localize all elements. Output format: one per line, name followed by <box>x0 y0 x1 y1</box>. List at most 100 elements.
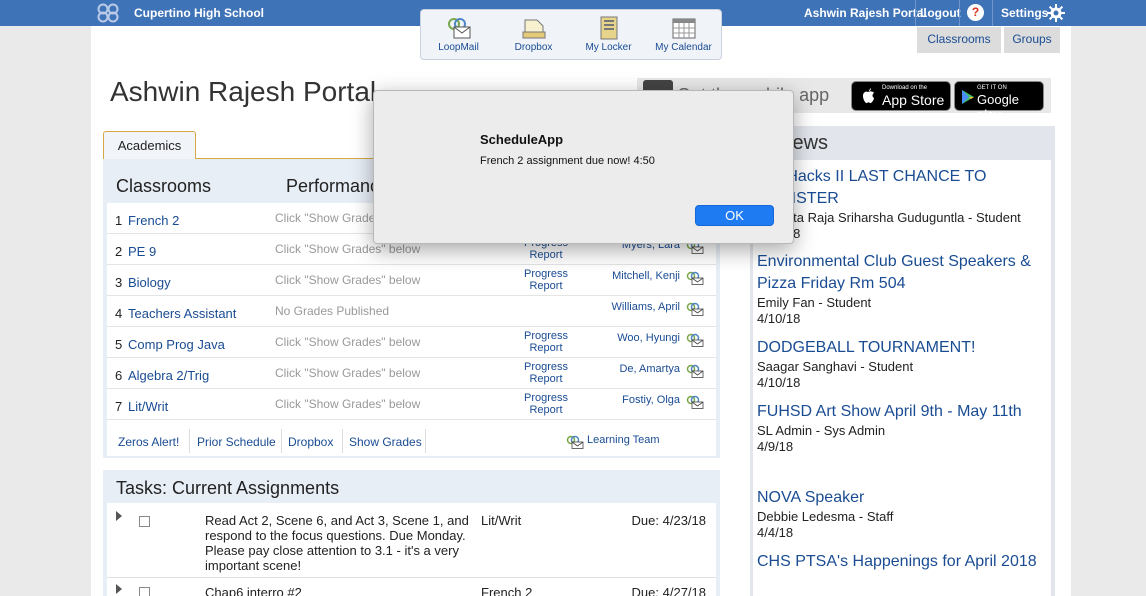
teacher-name-link[interactable]: Fostiy, Olga <box>622 394 680 406</box>
settings-link[interactable]: Settings <box>1001 6 1048 20</box>
task-description[interactable]: Chap6 interro #2 <box>205 585 475 596</box>
classroom-footer: Zeros Alert! Prior Schedule Dropbox Show… <box>107 422 716 456</box>
calendar-icon <box>672 18 696 39</box>
grade-status: Click "Show Grades" below <box>275 242 421 256</box>
news-title-link[interactable]: Environmental Club Guest Speakers & Pizz… <box>757 251 1047 295</box>
help-icon[interactable]: ? <box>967 4 984 21</box>
divider <box>281 429 282 453</box>
news-title-link[interactable]: CHS PTSA's Happenings for April 2018 <box>757 551 1047 573</box>
tab-classrooms[interactable]: Classrooms <box>917 27 1001 53</box>
news-date: 4/10/18 <box>757 311 801 326</box>
app-store-button[interactable]: Download on the App Store <box>851 81 951 111</box>
quicklink-label: My Calendar <box>655 42 712 53</box>
loopmail-teacher-icon[interactable] <box>686 395 704 412</box>
my-locker-button[interactable]: My Locker <box>571 10 646 60</box>
school-name-link[interactable]: Cupertino High School <box>134 6 264 20</box>
classroom-name-link[interactable]: Lit/Writ <box>128 399 168 414</box>
news-list: CupHacks II LAST CHANCE TO REGISTER Venk… <box>753 160 1051 596</box>
quicklink-label: LoopMail <box>438 42 479 53</box>
news-title-link[interactable]: NOVA Speaker <box>757 487 1047 509</box>
quick-links-bar: LoopMail Dropbox My Locker My Calendar <box>420 9 722 60</box>
grade-status: Click "Show Grades" below <box>275 335 421 349</box>
news-item: DODGEBALL TOURNAMENT! Saagar Sanghavi - … <box>757 337 1047 391</box>
task-description[interactable]: Read Act 2, Scene 6, and Act 3, Scene 1,… <box>205 513 475 573</box>
classroom-row: 7 Lit/Writ Click "Show Grades" below Progre… <box>107 389 716 420</box>
my-calendar-button[interactable]: My Calendar <box>646 10 721 60</box>
app-store-small-text: Download on the <box>882 85 928 91</box>
task-row: Chap6 interro #2 French 2 Due: 4/27/18 <box>107 578 716 596</box>
schoolloop-logo-icon[interactable] <box>97 3 119 26</box>
divider <box>992 0 993 26</box>
dialog-message: French 2 assignment due now! 4:50 <box>480 155 655 167</box>
zeros-alert-link[interactable]: Zeros Alert! <box>118 435 179 449</box>
loopmail-teacher-icon[interactable] <box>686 364 704 381</box>
news-title-link[interactable]: CupHacks II LAST CHANCE TO REGISTER <box>757 166 1047 210</box>
classroom-row: 6 Algebra 2/Trig Click "Show Grades" below… <box>107 358 716 389</box>
news-item: CupHacks II LAST CHANCE TO REGISTER Venk… <box>757 166 1047 242</box>
news-title-link[interactable]: FUHSD Art Show April 9th - May 11th <box>757 401 1047 423</box>
classroom-name-link[interactable]: French 2 <box>128 213 179 228</box>
news-date: 4/9/18 <box>757 439 794 454</box>
period-number: 4 <box>115 306 123 321</box>
dialog-title: ScheduleApp <box>480 132 564 147</box>
divider <box>425 429 426 453</box>
news-author: Emily Fan - Student <box>757 295 872 310</box>
task-checkbox[interactable] <box>139 516 150 527</box>
google-play-icon <box>962 90 974 104</box>
learning-team-icon <box>566 435 584 449</box>
classroom-row: 5 Comp Prog Java Click "Show Grades" below… <box>107 327 716 358</box>
news-author: SL Admin - Sys Admin <box>757 423 886 438</box>
classroom-name-link[interactable]: PE 9 <box>128 244 156 259</box>
dropbox-button[interactable]: Dropbox <box>496 10 571 60</box>
grade-status: Click "Show Grades" below <box>275 397 421 411</box>
teacher-name-link[interactable]: Mitchell, Kenji <box>612 270 680 282</box>
progress-report-link[interactable]: Progress Report <box>517 392 575 416</box>
news-title-link[interactable]: DODGEBALL TOURNAMENT! <box>757 337 1047 359</box>
period-number: 2 <box>115 244 123 259</box>
google-play-button[interactable]: GET IT ON Google play <box>954 81 1044 122</box>
progress-report-link[interactable]: Progress Report <box>517 330 575 354</box>
progress-report-link[interactable]: Progress Report <box>517 268 575 292</box>
quicklink-label: My Locker <box>585 42 632 53</box>
teacher-name-link[interactable]: Williams, April <box>612 301 680 313</box>
classroom-name-link[interactable]: Biology <box>128 275 171 290</box>
google-play-large-text: Google play <box>977 92 1019 122</box>
expand-arrow-icon[interactable] <box>116 584 122 594</box>
loopmail-icon <box>448 18 471 39</box>
show-grades-link[interactable]: Show Grades <box>349 435 422 449</box>
task-row: Read Act 2, Scene 6, and Act 3, Scene 1,… <box>107 503 716 578</box>
classroom-name-link[interactable]: Comp Prog Java <box>128 337 225 352</box>
tab-groups[interactable]: Groups <box>1004 27 1060 53</box>
divider <box>189 429 190 453</box>
divider <box>915 0 916 26</box>
prior-schedule-link[interactable]: Prior Schedule <box>197 435 276 449</box>
news-item: NOVA Speaker Debbie Ledesma - Staff 4/4/… <box>757 487 1047 541</box>
grade-status: Click "Show Grades" below <box>275 366 421 380</box>
logout-link[interactable]: Logout <box>920 6 961 20</box>
dropbox-icon <box>522 19 546 39</box>
teacher-name-link[interactable]: De, Amartya <box>619 363 680 375</box>
loopmail-teacher-icon[interactable] <box>686 333 704 350</box>
classroom-name-link[interactable]: Algebra 2/Trig <box>128 368 209 383</box>
app-store-large-text: App Store <box>882 92 945 108</box>
classroom-row: 4 Teachers Assistant No Grades Published Wi… <box>107 296 716 327</box>
learning-team-link[interactable]: Learning Team <box>587 434 660 446</box>
google-play-small-text: GET IT ON <box>977 85 1007 91</box>
loopmail-teacher-icon[interactable] <box>686 302 704 319</box>
teacher-name-link[interactable]: Woo, Hyungi <box>617 332 680 344</box>
dropbox-link[interactable]: Dropbox <box>288 435 333 449</box>
tasks-heading: Tasks: Current Assignments <box>116 478 340 498</box>
classroom-name-link[interactable]: Teachers Assistant <box>128 306 236 321</box>
task-due-date: Due: 4/27/18 <box>631 585 706 596</box>
loopmail-teacher-icon[interactable] <box>686 271 704 288</box>
expand-arrow-icon[interactable] <box>116 511 122 521</box>
ok-button[interactable]: OK <box>695 205 774 226</box>
tab-academics[interactable]: Academics <box>103 131 196 159</box>
progress-report-link[interactable]: Progress Report <box>517 361 575 385</box>
alert-dialog: ScheduleApp French 2 assignment due now!… <box>373 90 794 244</box>
gear-icon[interactable] <box>1047 4 1065 25</box>
divider <box>342 429 343 453</box>
loopmail-button[interactable]: LoopMail <box>421 10 496 60</box>
task-checkbox[interactable] <box>139 587 150 596</box>
portal-name-link[interactable]: Ashwin Rajesh Portal <box>804 6 927 20</box>
